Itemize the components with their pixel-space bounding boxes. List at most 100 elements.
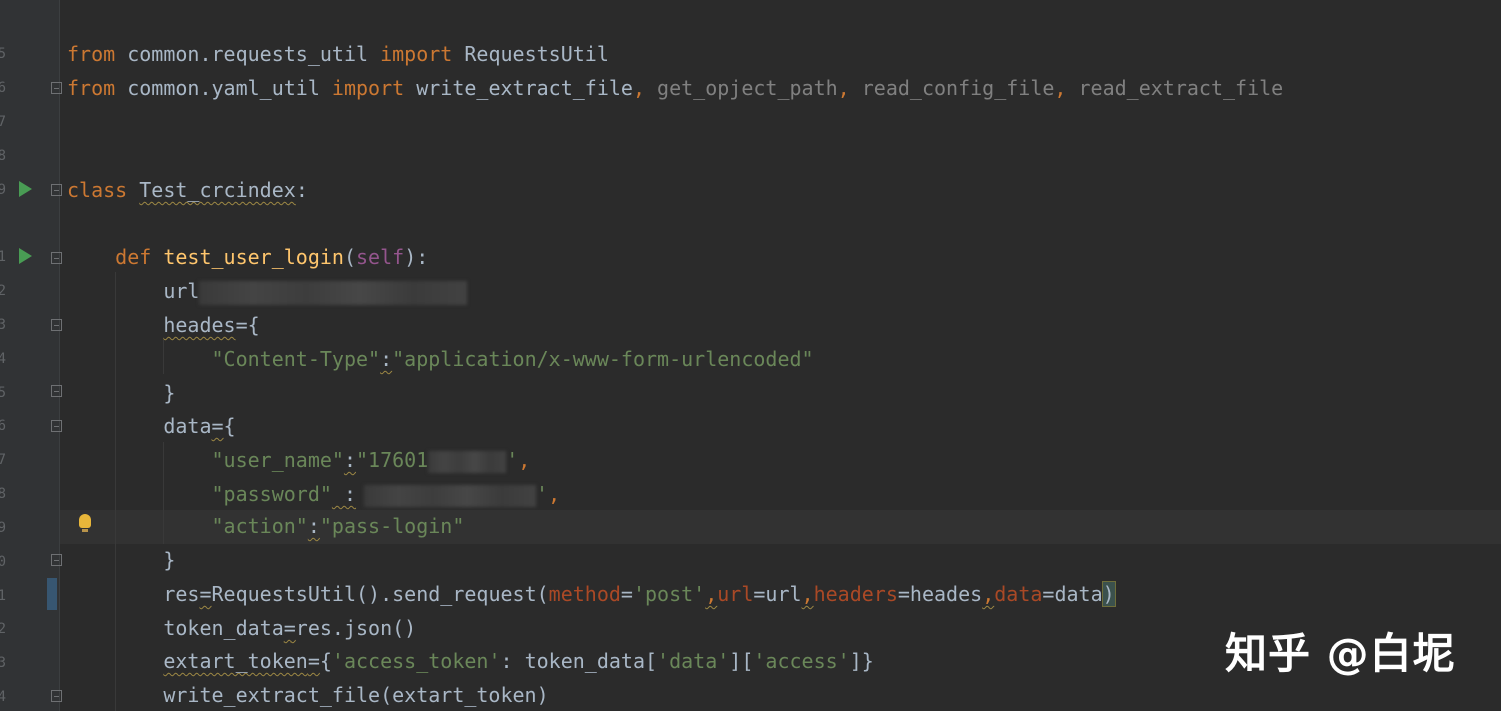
line-number: 4 — [0, 351, 6, 367]
run-icon[interactable] — [19, 181, 32, 197]
line-number: 7 — [0, 114, 6, 130]
method-call: RequestsUtil().send_request — [211, 582, 537, 606]
line-number: 2 — [0, 621, 6, 637]
line-number: 5 — [0, 385, 6, 401]
comma: , — [1054, 76, 1067, 100]
fold-icon[interactable] — [51, 690, 62, 702]
code-line-import-yaml[interactable]: from common.yaml_util import write_extra… — [67, 72, 1283, 106]
change-marker — [47, 578, 57, 610]
line-number: 5 — [0, 46, 6, 62]
line-number: 8 — [0, 148, 6, 164]
colon: : — [307, 514, 320, 538]
operator: = — [307, 649, 320, 673]
code-line-password[interactable]: "password" : ', — [67, 478, 560, 512]
method-call: res.json() — [295, 616, 417, 640]
line-number: 2 — [0, 283, 6, 299]
code-line-close-brace-2[interactable]: } — [67, 544, 175, 578]
comma: , — [518, 448, 531, 472]
code-line-headers[interactable]: heades={ — [67, 309, 260, 343]
fold-icon[interactable] — [51, 82, 62, 94]
code-line-token-data[interactable]: token_data=res.json() — [67, 612, 416, 646]
string-value: "17601 — [356, 448, 429, 472]
string-key: "user_name" — [211, 448, 344, 472]
imported-name: write_extract_file — [404, 76, 633, 100]
brace: } — [163, 548, 176, 572]
line-number: 6 — [0, 80, 6, 96]
paren: ( — [536, 582, 549, 606]
brace: } — [163, 381, 176, 405]
line-number: 0 — [0, 554, 6, 570]
code-line-send-request[interactable]: res=RequestsUtil().send_request(method='… — [67, 578, 1116, 612]
operator: = — [283, 616, 296, 640]
string-key: 'access' — [753, 649, 850, 673]
code-line-close-brace[interactable]: } — [67, 377, 175, 411]
line-number: 1 — [0, 588, 6, 604]
code-line-action[interactable]: "action":"pass-login" — [67, 510, 465, 544]
code-line-class[interactable]: class Test_crcindex: — [67, 174, 308, 208]
keyword-arg: method — [548, 582, 621, 606]
operator: = — [211, 414, 224, 438]
comma: , — [548, 482, 561, 506]
code-line-user-name[interactable]: "user_name":"17601 ', — [67, 444, 530, 478]
variable: data — [163, 414, 212, 438]
code-line-extract-token[interactable]: extart_token={'access_token': token_data… — [67, 645, 873, 679]
string-value: "pass-login" — [319, 514, 465, 538]
fold-icon[interactable] — [51, 420, 62, 432]
paren: ): — [404, 245, 429, 269]
variable: token_data — [163, 616, 284, 640]
arg-value: =url — [753, 582, 802, 606]
line-number: 4 — [0, 689, 6, 705]
comma: , — [801, 582, 814, 606]
module-name: common.yaml_util — [115, 76, 332, 100]
line-number: 7 — [0, 452, 6, 468]
line-number: 1 — [0, 249, 6, 265]
comma: , — [837, 76, 850, 100]
fold-icon[interactable] — [51, 184, 62, 196]
string-value: ' — [506, 448, 519, 472]
keyword-arg: headers — [813, 582, 898, 606]
run-icon[interactable] — [19, 248, 32, 264]
variable: heades — [163, 313, 236, 337]
variable: res — [163, 582, 200, 606]
code-line-url[interactable]: url — [67, 275, 468, 309]
arg-value: =heades — [897, 582, 983, 606]
operator: = — [620, 582, 633, 606]
string-key: "password" — [211, 482, 332, 506]
line-number: 9 — [0, 520, 6, 536]
module-name: common.requests_util — [115, 42, 381, 66]
fold-icon[interactable] — [51, 319, 62, 331]
colon: : — [295, 178, 308, 202]
imported-name: RequestsUtil — [452, 42, 609, 66]
class-name: Test_crcindex — [139, 178, 296, 202]
keyword: def — [115, 245, 152, 269]
unused-import: get_opject_path — [645, 76, 838, 100]
keyword: from — [67, 76, 116, 100]
operator: = — [199, 582, 212, 606]
unused-import: read_config_file — [849, 76, 1055, 100]
code-line-def[interactable]: def test_user_login(self): — [67, 241, 428, 275]
comma: , — [705, 582, 718, 606]
redacted-region — [199, 280, 468, 305]
keyword-arg: url — [717, 582, 754, 606]
string-key: "action" — [211, 514, 308, 538]
code-line-import-requests[interactable]: from common.requests_util import Request… — [67, 38, 609, 72]
code-line-data[interactable]: data={ — [67, 410, 235, 444]
string-value: ' — [536, 482, 549, 506]
string-key: 'access_token' — [331, 649, 501, 673]
expression: : token_data[ — [500, 649, 658, 673]
variable: url — [163, 279, 200, 303]
code-line-write-extract[interactable]: write_extract_file(extart_token) — [67, 679, 549, 711]
fold-icon[interactable] — [51, 385, 62, 397]
code-line-content-type[interactable]: "Content-Type":"application/x-www-form-u… — [67, 343, 814, 377]
operator: ={ — [235, 313, 260, 337]
fold-icon[interactable] — [51, 252, 62, 264]
function-call: write_extract_file(extart_token) — [163, 683, 549, 707]
string-value: "application/x-www-form-urlencoded" — [392, 347, 814, 371]
colon: : — [380, 347, 393, 371]
function-name: test_user_login — [163, 245, 344, 269]
fold-icon[interactable] — [51, 554, 62, 566]
watermark: 知乎 @白坭 — [1225, 629, 1456, 678]
keyword: import — [380, 42, 453, 66]
redacted-region — [364, 484, 537, 507]
code-editor[interactable]: 5 6 7 8 9 1 2 3 4 5 6 7 8 9 0 1 2 3 4 fr… — [0, 0, 1501, 711]
